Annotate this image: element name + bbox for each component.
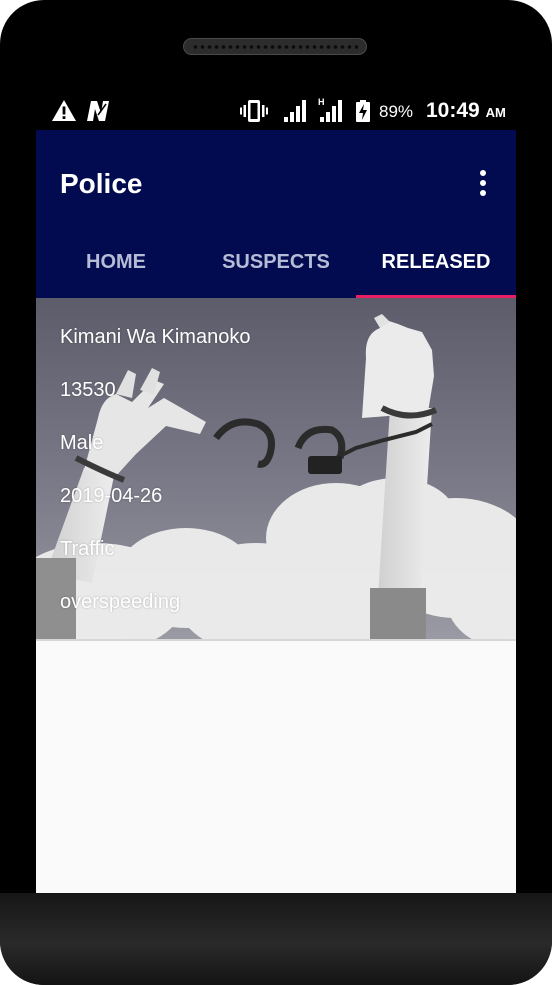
list-empty-area [36, 639, 516, 893]
battery-percent: 89% [379, 102, 414, 121]
suspect-id: 13530 [60, 379, 116, 401]
vibrate-icon [240, 100, 268, 122]
n-notification-icon [87, 101, 109, 121]
battery-charging-icon [356, 100, 370, 122]
clock: 10:49 AM [426, 99, 506, 123]
earpiece-speaker [183, 38, 367, 55]
phone-frame: H 89% 10:49 AM Police HOME SUSPECTS RELE… [0, 0, 552, 985]
suspect-name: Kimani Wa Kimanoko [60, 326, 251, 348]
tab-released[interactable]: RELEASED [356, 230, 516, 298]
suspect-category: Traffic [60, 538, 115, 560]
suspect-gender: Male [60, 432, 104, 454]
released-suspect-card[interactable]: Kimani Wa Kimanoko 13530 Male 2019-04-26… [36, 298, 516, 639]
suspect-offence: overspeeding [60, 591, 181, 613]
clock-am-pm: AM [485, 105, 506, 120]
warning-icon [52, 100, 76, 121]
suspect-date: 2019-04-26 [60, 485, 163, 507]
tab-suspects[interactable]: SUSPECTS [196, 230, 356, 298]
app-bar: Police HOME SUSPECTS RELEASED [36, 130, 516, 298]
tab-home[interactable]: HOME [36, 230, 196, 298]
card-background-image [36, 298, 516, 639]
app-title: Police [60, 168, 143, 199]
clock-time: 10:49 [426, 99, 480, 122]
status-bar: H 89% 10:49 AM [36, 92, 516, 130]
signal-icon [284, 100, 306, 122]
more-vert-icon[interactable] [474, 170, 492, 198]
signal-h-icon: H [318, 97, 342, 122]
network-type-label: H [318, 97, 325, 107]
tab-bar: HOME SUSPECTS RELEASED [36, 230, 516, 298]
phone-bottom-bezel [0, 893, 552, 985]
